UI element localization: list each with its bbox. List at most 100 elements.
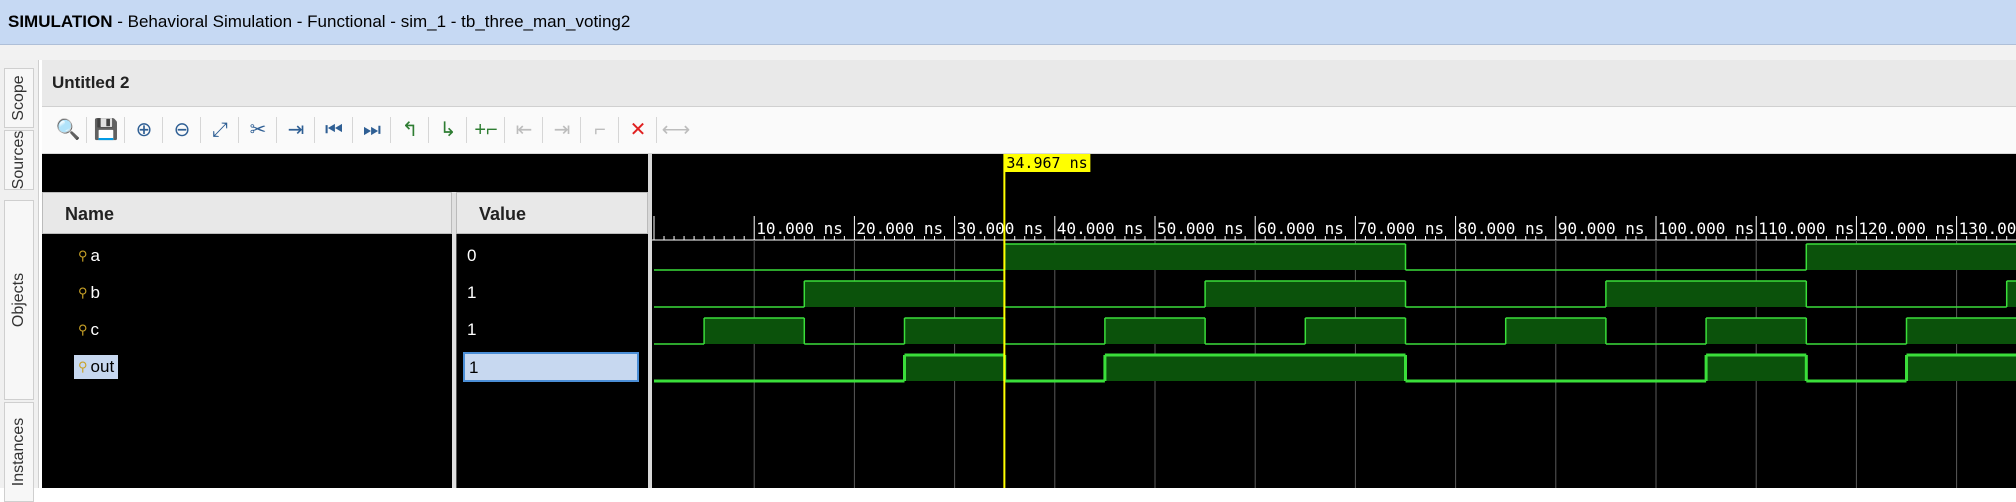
signal-type-icon: ⚲ [78,359,88,375]
toolbar-separator [314,117,315,143]
cursor-time-label: 34.967 ns [1006,154,1087,172]
swap-cursors-icon[interactable]: ⟷ [662,116,690,144]
signal-row-b[interactable]: ⚲b [42,275,452,312]
toolbar-separator [504,117,505,143]
toolbar-separator [352,117,353,143]
waveform-toolbar: 🔍 💾 ⊕ ⊖ ⤢ ✂ ⇥ ⏮ ⏭ ↰ ↳ +⌐ ⇤ ⇥ ⌐ ✕ ⟷ [42,107,2016,154]
wave-high-fill-c [1907,318,2016,344]
signal-row-out[interactable]: ⚲out [42,349,452,386]
time-tick-label: 20.000 ns [856,219,943,238]
wave-high-fill-out [1907,355,2016,381]
title-gap [0,45,2016,60]
waveform-canvas[interactable]: 10.000 ns20.000 ns30.000 ns40.000 ns50.0… [652,154,2016,488]
signal-name[interactable]: ⚲out [74,355,118,379]
toolbar-separator [656,117,657,143]
time-tick-label: 90.000 ns [1558,219,1645,238]
wave-high-fill-c [1305,318,1405,344]
time-tick-label: 80.000 ns [1458,219,1545,238]
go-to-time-zero-icon[interactable]: ⏮ [320,116,348,144]
signal-type-icon: ⚲ [78,285,88,301]
tab-objects[interactable]: Objects [4,200,34,400]
time-tick-label: 120.000 ns [1858,219,1954,238]
toolbar-separator [86,117,87,143]
toolbar-separator [238,117,239,143]
save-icon[interactable]: 💾 [92,116,120,144]
signal-name[interactable]: ⚲a [74,244,104,268]
time-tick-label: 130.000 ns [1959,219,2016,238]
signal-name-list: ⚲a⚲b⚲c⚲out [42,234,452,488]
signal-row-a[interactable]: ⚲a [42,238,452,275]
wave-high-fill-c [1706,318,1806,344]
toolbar-separator [276,117,277,143]
toolbar-separator [124,117,125,143]
go-to-cursor-icon[interactable]: ⇥ [282,116,310,144]
previous-transition-icon[interactable]: ↰ [396,116,424,144]
signal-name-text: b [91,283,100,303]
toolbar-separator [428,117,429,143]
signal-name-text: c [91,320,100,340]
cursor-off-icon[interactable]: ✂ [244,116,272,144]
time-tick-label: 40.000 ns [1057,219,1144,238]
name-column-header[interactable]: Name [42,192,452,234]
tab-sources[interactable]: Sources [4,130,34,190]
toolbar-separator [390,117,391,143]
objects-pane: Name Value ⚲a⚲b⚲c⚲out 0111 [42,154,648,488]
toolbar-separator [580,117,581,143]
signal-type-icon: ⚲ [78,322,88,338]
value-row-out[interactable]: 1 [457,349,649,386]
signal-name[interactable]: ⚲b [74,281,104,305]
value-row-c[interactable]: 1 [457,312,649,349]
time-tick-label: 110.000 ns [1758,219,1854,238]
signal-value[interactable]: 1 [467,283,476,303]
zoom-in-icon[interactable]: ⊕ [130,116,158,144]
zoom-fit-icon[interactable]: ⤢ [206,116,234,144]
value-row-a[interactable]: 0 [457,238,649,275]
signal-value[interactable]: 1 [467,320,476,340]
toolbar-separator [618,117,619,143]
zoom-out-icon[interactable]: ⊖ [168,116,196,144]
value-column-header[interactable]: Value [456,192,648,234]
signal-name-text: out [91,357,115,377]
tab-scope[interactable]: Scope [4,68,34,128]
window-title-bar: SIMULATION - Behavioral Simulation - Fun… [0,0,2016,45]
side-tab-strip: Scope Sources Objects Instances [0,60,39,488]
toolbar-separator [466,117,467,143]
value-row-b[interactable]: 1 [457,275,649,312]
wave-high-fill-b [804,281,1004,307]
time-tick-label: 60.000 ns [1257,219,1344,238]
add-marker-icon[interactable]: +⌐ [472,116,500,144]
signal-name[interactable]: ⚲c [74,318,103,342]
search-icon[interactable]: 🔍 [54,116,82,144]
signal-type-icon: ⚲ [78,248,88,264]
signal-name-text: a [91,246,100,266]
next-marker-icon[interactable]: ⇥ [548,116,576,144]
delete-marker-icon[interactable]: ⌐ [586,116,614,144]
waveform-view[interactable]: 10.000 ns20.000 ns30.000 ns40.000 ns50.0… [652,154,2016,488]
go-to-last-time-icon[interactable]: ⏭ [358,116,386,144]
delete-all-markers-icon[interactable]: ✕ [624,116,652,144]
wave-high-fill-b [1606,281,1806,307]
objects-header-spacer [42,154,648,190]
toolbar-separator [542,117,543,143]
signal-value-list: 0 1 1 1 [456,234,649,488]
wave-high-fill-a [1806,244,2016,270]
wave-high-fill-b [2007,281,2016,307]
wave-high-fill-a [1005,244,1406,270]
time-tick-label: 50.000 ns [1157,219,1244,238]
signal-row-c[interactable]: ⚲c [42,312,452,349]
time-tick-label: 70.000 ns [1357,219,1444,238]
toolbar-separator [162,117,163,143]
waveform-panel-header: Untitled 2 [42,60,2016,107]
next-transition-icon[interactable]: ↳ [434,116,462,144]
time-tick-label: 100.000 ns [1658,219,1754,238]
signal-value[interactable]: 0 [467,246,476,266]
window-title: SIMULATION - Behavioral Simulation - Fun… [8,12,630,32]
wave-high-fill-b [1205,281,1405,307]
previous-marker-icon[interactable]: ⇤ [510,116,538,144]
wave-high-fill-out [905,355,1005,381]
signal-value[interactable]: 1 [463,352,639,382]
panel-title: Untitled 2 [52,73,129,93]
wave-high-fill-c [1105,318,1205,344]
tab-instances[interactable]: Instances [4,402,34,502]
wave-high-fill-out [1706,355,1806,381]
